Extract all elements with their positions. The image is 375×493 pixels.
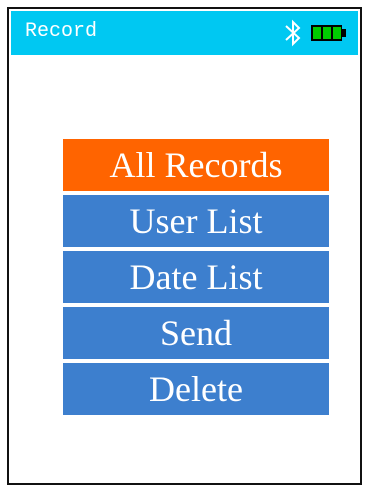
- device-screen: Record All Records User List Date List S…: [7, 7, 362, 485]
- menu-item-delete[interactable]: Delete: [63, 363, 329, 415]
- menu-item-user-list[interactable]: User List: [63, 195, 329, 247]
- record-menu: All Records User List Date List Send Del…: [63, 139, 329, 419]
- menu-item-send[interactable]: Send: [63, 307, 329, 359]
- status-bar: Record: [11, 11, 358, 55]
- menu-item-all-records[interactable]: All Records: [63, 139, 329, 191]
- battery-icon: [310, 23, 347, 43]
- menu-item-date-list[interactable]: Date List: [63, 251, 329, 303]
- bluetooth-icon: [283, 18, 303, 48]
- screen-title: Record: [25, 20, 98, 43]
